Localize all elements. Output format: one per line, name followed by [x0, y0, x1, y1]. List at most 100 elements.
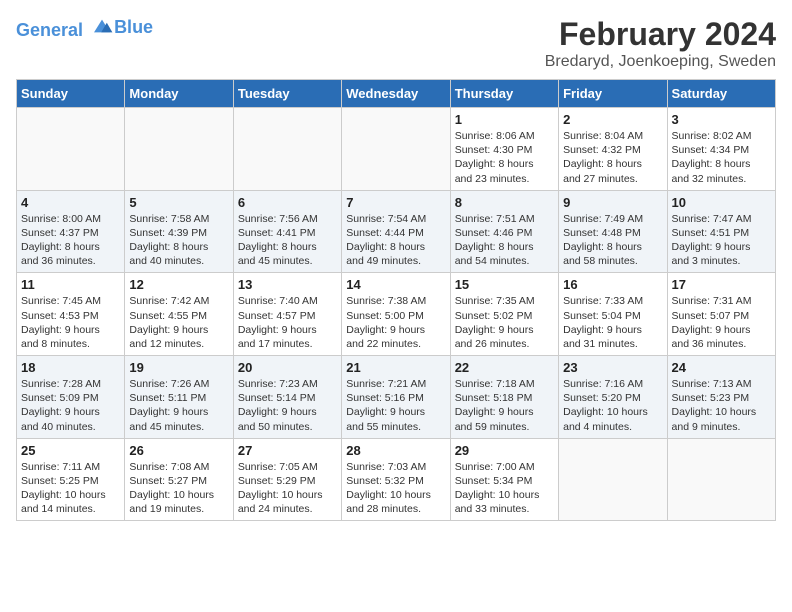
header-thursday: Thursday	[450, 80, 558, 108]
calendar-cell: 22 Sunrise: 7:18 AM Sunset: 5:18 PM Dayli…	[450, 356, 558, 439]
day-number: 10	[672, 195, 771, 210]
calendar-cell: 11Sunrise: 7:45 AM Sunset: 4:53 PM Dayli…	[17, 273, 125, 356]
day-number: 9	[563, 195, 662, 210]
calendar-cell	[559, 438, 667, 521]
page-subtitle: Bredaryd, Joenkoeping, Sweden	[545, 53, 776, 71]
day-number: 29	[455, 443, 554, 458]
calendar-cell: 16 Sunrise: 7:33 AM Sunset: 5:04 PM Dayli…	[559, 273, 667, 356]
day-number: 14	[346, 277, 445, 292]
day-info: Sunrise: 7:03 AM Sunset: 5:32 PM Dayligh…	[346, 460, 445, 517]
day-number: 21	[346, 360, 445, 375]
calendar-cell: 1 Sunrise: 8:06 AM Sunset: 4:30 PM Daylig…	[450, 108, 558, 191]
day-number: 13	[238, 277, 337, 292]
day-info: Sunrise: 7:23 AM Sunset: 5:14 PM Dayligh…	[238, 377, 337, 434]
day-number: 20	[238, 360, 337, 375]
page-title: February 2024	[545, 16, 776, 53]
day-number: 22	[455, 360, 554, 375]
calendar-week-1: 1 Sunrise: 8:06 AM Sunset: 4:30 PM Daylig…	[17, 108, 776, 191]
day-info: Sunrise: 7:45 AM Sunset: 4:53 PM Dayligh…	[21, 294, 120, 351]
day-info: Sunrise: 7:26 AM Sunset: 5:11 PM Dayligh…	[129, 377, 228, 434]
day-info: Sunrise: 7:11 AM Sunset: 5:25 PM Dayligh…	[21, 460, 120, 517]
day-number: 6	[238, 195, 337, 210]
calendar-cell: 3 Sunrise: 8:02 AM Sunset: 4:34 PM Daylig…	[667, 108, 775, 191]
day-info: Sunrise: 7:35 AM Sunset: 5:02 PM Dayligh…	[455, 294, 554, 351]
day-info: Sunrise: 8:02 AM Sunset: 4:34 PM Dayligh…	[672, 129, 771, 186]
title-block: February 2024 Bredaryd, Joenkoeping, Swe…	[545, 16, 776, 71]
day-info: Sunrise: 7:54 AM Sunset: 4:44 PM Dayligh…	[346, 212, 445, 269]
calendar-week-3: 11Sunrise: 7:45 AM Sunset: 4:53 PM Dayli…	[17, 273, 776, 356]
day-info: Sunrise: 7:18 AM Sunset: 5:18 PM Dayligh…	[455, 377, 554, 434]
calendar-cell: 5 Sunrise: 7:58 AM Sunset: 4:39 PM Daylig…	[125, 190, 233, 273]
day-info: Sunrise: 7:51 AM Sunset: 4:46 PM Dayligh…	[455, 212, 554, 269]
day-info: Sunrise: 7:58 AM Sunset: 4:39 PM Dayligh…	[129, 212, 228, 269]
day-info: Sunrise: 8:00 AM Sunset: 4:37 PM Dayligh…	[21, 212, 120, 269]
logo-icon	[90, 16, 114, 36]
day-number: 5	[129, 195, 228, 210]
day-number: 15	[455, 277, 554, 292]
day-info: Sunrise: 7:56 AM Sunset: 4:41 PM Dayligh…	[238, 212, 337, 269]
day-info: Sunrise: 7:49 AM Sunset: 4:48 PM Dayligh…	[563, 212, 662, 269]
day-number: 19	[129, 360, 228, 375]
calendar-cell: 21 Sunrise: 7:21 AM Sunset: 5:16 PM Dayli…	[342, 356, 450, 439]
day-number: 12	[129, 277, 228, 292]
day-info: Sunrise: 8:06 AM Sunset: 4:30 PM Dayligh…	[455, 129, 554, 186]
logo-blue: Blue	[114, 18, 153, 38]
day-info: Sunrise: 7:38 AM Sunset: 5:00 PM Dayligh…	[346, 294, 445, 351]
calendar-cell: 29 Sunrise: 7:00 AM Sunset: 5:34 PM Dayli…	[450, 438, 558, 521]
calendar-cell: 2 Sunrise: 8:04 AM Sunset: 4:32 PM Daylig…	[559, 108, 667, 191]
calendar-cell: 9 Sunrise: 7:49 AM Sunset: 4:48 PM Daylig…	[559, 190, 667, 273]
calendar-cell	[342, 108, 450, 191]
header-friday: Friday	[559, 80, 667, 108]
day-info: Sunrise: 7:16 AM Sunset: 5:20 PM Dayligh…	[563, 377, 662, 434]
page-header: General Blue February 2024 Bredaryd, Joe…	[16, 16, 776, 71]
day-info: Sunrise: 7:13 AM Sunset: 5:23 PM Dayligh…	[672, 377, 771, 434]
logo: General Blue	[16, 16, 153, 41]
calendar-cell: 10 Sunrise: 7:47 AM Sunset: 4:51 PM Dayli…	[667, 190, 775, 273]
calendar-cell: 19 Sunrise: 7:26 AM Sunset: 5:11 PM Dayli…	[125, 356, 233, 439]
calendar-header-row: SundayMondayTuesdayWednesdayThursdayFrid…	[17, 80, 776, 108]
calendar-cell: 28 Sunrise: 7:03 AM Sunset: 5:32 PM Dayli…	[342, 438, 450, 521]
day-number: 26	[129, 443, 228, 458]
day-info: Sunrise: 7:47 AM Sunset: 4:51 PM Dayligh…	[672, 212, 771, 269]
day-number: 17	[672, 277, 771, 292]
day-info: Sunrise: 7:21 AM Sunset: 5:16 PM Dayligh…	[346, 377, 445, 434]
day-info: Sunrise: 7:40 AM Sunset: 4:57 PM Dayligh…	[238, 294, 337, 351]
day-number: 16	[563, 277, 662, 292]
calendar-cell	[233, 108, 341, 191]
calendar-cell: 18 Sunrise: 7:28 AM Sunset: 5:09 PM Dayli…	[17, 356, 125, 439]
header-saturday: Saturday	[667, 80, 775, 108]
calendar-week-5: 25 Sunrise: 7:11 AM Sunset: 5:25 PM Dayli…	[17, 438, 776, 521]
calendar-cell	[17, 108, 125, 191]
calendar-cell: 27Sunrise: 7:05 AM Sunset: 5:29 PM Dayli…	[233, 438, 341, 521]
day-number: 1	[455, 112, 554, 127]
day-number: 2	[563, 112, 662, 127]
header-sunday: Sunday	[17, 80, 125, 108]
day-info: Sunrise: 7:33 AM Sunset: 5:04 PM Dayligh…	[563, 294, 662, 351]
day-number: 28	[346, 443, 445, 458]
calendar-cell: 23Sunrise: 7:16 AM Sunset: 5:20 PM Dayli…	[559, 356, 667, 439]
day-number: 3	[672, 112, 771, 127]
header-wednesday: Wednesday	[342, 80, 450, 108]
calendar-cell	[125, 108, 233, 191]
calendar-cell	[667, 438, 775, 521]
day-info: Sunrise: 8:04 AM Sunset: 4:32 PM Dayligh…	[563, 129, 662, 186]
header-tuesday: Tuesday	[233, 80, 341, 108]
calendar-cell: 25 Sunrise: 7:11 AM Sunset: 5:25 PM Dayli…	[17, 438, 125, 521]
day-number: 4	[21, 195, 120, 210]
calendar-week-4: 18 Sunrise: 7:28 AM Sunset: 5:09 PM Dayli…	[17, 356, 776, 439]
calendar-cell: 6 Sunrise: 7:56 AM Sunset: 4:41 PM Daylig…	[233, 190, 341, 273]
day-info: Sunrise: 7:31 AM Sunset: 5:07 PM Dayligh…	[672, 294, 771, 351]
day-number: 25	[21, 443, 120, 458]
header-monday: Monday	[125, 80, 233, 108]
calendar-cell: 17 Sunrise: 7:31 AM Sunset: 5:07 PM Dayli…	[667, 273, 775, 356]
day-info: Sunrise: 7:08 AM Sunset: 5:27 PM Dayligh…	[129, 460, 228, 517]
day-number: 18	[21, 360, 120, 375]
day-info: Sunrise: 7:05 AM Sunset: 5:29 PM Dayligh…	[238, 460, 337, 517]
day-info: Sunrise: 7:28 AM Sunset: 5:09 PM Dayligh…	[21, 377, 120, 434]
calendar-table: SundayMondayTuesdayWednesdayThursdayFrid…	[16, 79, 776, 521]
day-info: Sunrise: 7:00 AM Sunset: 5:34 PM Dayligh…	[455, 460, 554, 517]
calendar-week-2: 4 Sunrise: 8:00 AM Sunset: 4:37 PM Daylig…	[17, 190, 776, 273]
calendar-cell: 7Sunrise: 7:54 AM Sunset: 4:44 PM Daylig…	[342, 190, 450, 273]
calendar-cell: 14 Sunrise: 7:38 AM Sunset: 5:00 PM Dayli…	[342, 273, 450, 356]
calendar-cell: 12Sunrise: 7:42 AM Sunset: 4:55 PM Dayli…	[125, 273, 233, 356]
